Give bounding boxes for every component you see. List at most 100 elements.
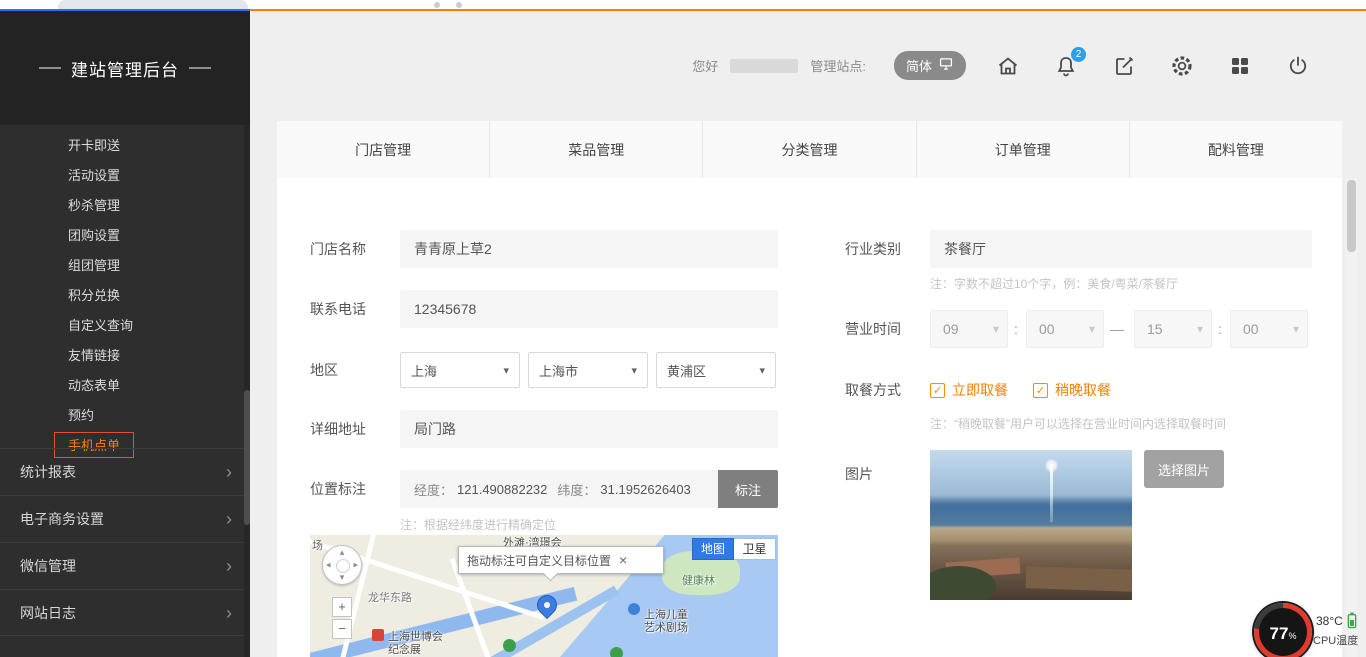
map[interactable]: 外滩·湾璟会 健康林 龙华东路 上海儿童艺术剧场 上海世博会纪念展 场 拖动标注… bbox=[310, 535, 778, 657]
cpu-percent: 77 bbox=[1270, 625, 1289, 642]
city-select[interactable]: 上海市 ▾ bbox=[528, 352, 648, 388]
greeting-text: 您好 bbox=[692, 56, 718, 75]
photo-fountain bbox=[1050, 464, 1053, 522]
store-name-input[interactable]: 青青原上草2 bbox=[400, 230, 778, 268]
close-minute-select[interactable]: 00 ▾ bbox=[1230, 310, 1308, 348]
longitude-label: 经度： bbox=[414, 480, 453, 499]
map-label-children-theater: 上海儿童艺术剧场 bbox=[644, 609, 692, 635]
sidebar-item-flash-sale[interactable]: 秒杀管理 bbox=[0, 191, 250, 221]
header: 您好 管理站点: 简体 2 bbox=[692, 51, 1310, 80]
province-value: 上海 bbox=[411, 361, 437, 380]
zoom-out-button[interactable]: − bbox=[332, 619, 352, 639]
power-icon[interactable] bbox=[1286, 54, 1310, 78]
city-value: 上海市 bbox=[539, 361, 578, 380]
sidebar-item-team[interactable]: 组团管理 bbox=[0, 251, 250, 281]
cpu-temp-value: 38°C bbox=[1316, 614, 1343, 628]
sidebar-scrollbar-thumb[interactable] bbox=[244, 390, 250, 525]
location-note: 注：根据经纬度进行精确定位 bbox=[400, 516, 556, 533]
map-pin-icon[interactable] bbox=[536, 595, 558, 625]
gear-icon[interactable] bbox=[1170, 54, 1194, 78]
close-icon[interactable]: × bbox=[619, 552, 627, 568]
sidebar: 建站管理后台 开卡即送 活动设置 秒杀管理 团购设置 组团管理 积分兑换 自定义… bbox=[0, 11, 250, 657]
industry-label: 行业类别 bbox=[845, 230, 901, 268]
apps-grid-icon[interactable] bbox=[1228, 54, 1252, 78]
cpu-temperature: 38°C bbox=[1316, 612, 1357, 629]
sidebar-section-site-log[interactable]: 网站日志 › bbox=[0, 589, 250, 636]
section-label: 电子商务设置 bbox=[20, 511, 104, 527]
page-scrollbar[interactable] bbox=[1346, 178, 1357, 657]
pickup-option-later[interactable]: ✓ 稍晚取餐 bbox=[1033, 380, 1111, 400]
chevron-down-icon: ▾ bbox=[1197, 322, 1203, 336]
checkbox-checked[interactable]: ✓ bbox=[1033, 383, 1048, 398]
language-button[interactable]: 简体 bbox=[894, 51, 966, 80]
sidebar-item-group-buy[interactable]: 团购设置 bbox=[0, 221, 250, 251]
check-icon: ✓ bbox=[933, 384, 942, 397]
browser-line-orange bbox=[250, 9, 1366, 11]
industry-input[interactable]: 茶餐厅 bbox=[930, 230, 1312, 268]
content-panel: 门店名称 青青原上草2 联系电话 12345678 地区 上海 ▾ 上海市 ▾ … bbox=[277, 178, 1342, 657]
pan-right-icon[interactable]: ▸ bbox=[353, 561, 358, 570]
address-value: 局门路 bbox=[414, 419, 456, 439]
chevron-right-icon: › bbox=[226, 496, 232, 543]
phone-input[interactable]: 12345678 bbox=[400, 290, 778, 328]
sidebar-section-ecommerce[interactable]: 电子商务设置 › bbox=[0, 495, 250, 542]
bell-icon[interactable]: 2 bbox=[1054, 54, 1078, 78]
district-select[interactable]: 黄浦区 ▾ bbox=[656, 352, 776, 388]
open-hour-select[interactable]: 09 ▾ bbox=[930, 310, 1008, 348]
chevron-down-icon: ▾ bbox=[1089, 322, 1095, 336]
zoom-in-button[interactable]: + bbox=[332, 597, 352, 617]
pan-down-icon[interactable]: ▾ bbox=[340, 573, 345, 582]
province-select[interactable]: 上海 ▾ bbox=[400, 352, 520, 388]
sidebar-item-activity[interactable]: 活动设置 bbox=[0, 161, 250, 191]
close-minute-value: 00 bbox=[1243, 321, 1259, 337]
sidebar-item-friend-links[interactable]: 友情链接 bbox=[0, 341, 250, 371]
choose-image-button[interactable]: 选择图片 bbox=[1144, 450, 1224, 488]
pan-left-icon[interactable]: ◂ bbox=[326, 561, 331, 570]
checkbox-checked[interactable]: ✓ bbox=[930, 383, 945, 398]
satellite-view-button[interactable]: 卫星 bbox=[734, 538, 776, 560]
browser-tab-fragment bbox=[58, 0, 248, 9]
hours-label: 营业时间 bbox=[845, 310, 901, 348]
tab-ingredient-management[interactable]: 配料管理 bbox=[1130, 121, 1342, 178]
sidebar-item-dynamic-form[interactable]: 动态表单 bbox=[0, 371, 250, 401]
address-label: 详细地址 bbox=[310, 410, 366, 448]
map-poi-green-icon bbox=[503, 639, 516, 652]
sidebar-item-booking[interactable]: 预约 bbox=[0, 401, 250, 431]
chevron-down-icon: ▾ bbox=[503, 364, 509, 377]
close-hour-select[interactable]: 15 ▾ bbox=[1134, 310, 1212, 348]
tab-category-management[interactable]: 分类管理 bbox=[703, 121, 916, 178]
map-zoom-control: + − bbox=[332, 597, 352, 639]
region-label: 地区 bbox=[310, 351, 338, 389]
open-minute-select[interactable]: 00 ▾ bbox=[1026, 310, 1104, 348]
sidebar-item-custom-query[interactable]: 自定义查询 bbox=[0, 311, 250, 341]
photo-roof bbox=[1026, 566, 1132, 592]
sidebar-section-reports[interactable]: 统计报表 › bbox=[0, 448, 250, 495]
chevron-down-icon: ▾ bbox=[631, 364, 637, 377]
location-input[interactable]: 经度： 121.490882232 纬度： 31.1952626403 bbox=[400, 470, 718, 508]
sidebar-item-points[interactable]: 积分兑换 bbox=[0, 281, 250, 311]
pickup-option-immediate[interactable]: ✓ 立即取餐 bbox=[930, 380, 1008, 400]
map-pan-control[interactable]: ▴ ▾ ◂ ▸ bbox=[322, 545, 362, 585]
tabbar: 门店管理 菜品管理 分类管理 订单管理 配料管理 bbox=[277, 121, 1342, 178]
sidebar-section-wechat[interactable]: 微信管理 › bbox=[0, 542, 250, 589]
tab-order-management[interactable]: 订单管理 bbox=[917, 121, 1130, 178]
cpu-percent-unit: % bbox=[1288, 631, 1296, 641]
pickup-label: 取餐方式 bbox=[845, 371, 901, 409]
home-icon[interactable] bbox=[996, 54, 1020, 78]
tab-store-management[interactable]: 门店管理 bbox=[277, 121, 490, 178]
sidebar-scrollbar[interactable] bbox=[244, 125, 250, 657]
mark-location-button[interactable]: 标注 bbox=[718, 470, 778, 508]
chevron-down-icon: ▾ bbox=[1293, 322, 1299, 336]
sidebar-item-card-gift[interactable]: 开卡即送 bbox=[0, 131, 250, 161]
edit-icon[interactable] bbox=[1112, 54, 1136, 78]
map-view-button[interactable]: 地图 bbox=[692, 538, 734, 560]
check-icon: ✓ bbox=[1036, 384, 1045, 397]
store-photo bbox=[930, 450, 1132, 600]
manage-site-label: 管理站点: bbox=[810, 56, 866, 75]
section-label: 网站日志 bbox=[20, 605, 76, 621]
phone-value: 12345678 bbox=[414, 301, 476, 317]
pan-up-icon[interactable]: ▴ bbox=[340, 548, 345, 557]
address-input[interactable]: 局门路 bbox=[400, 410, 778, 448]
tab-dish-management[interactable]: 菜品管理 bbox=[490, 121, 703, 178]
page-scrollbar-thumb[interactable] bbox=[1347, 180, 1356, 252]
